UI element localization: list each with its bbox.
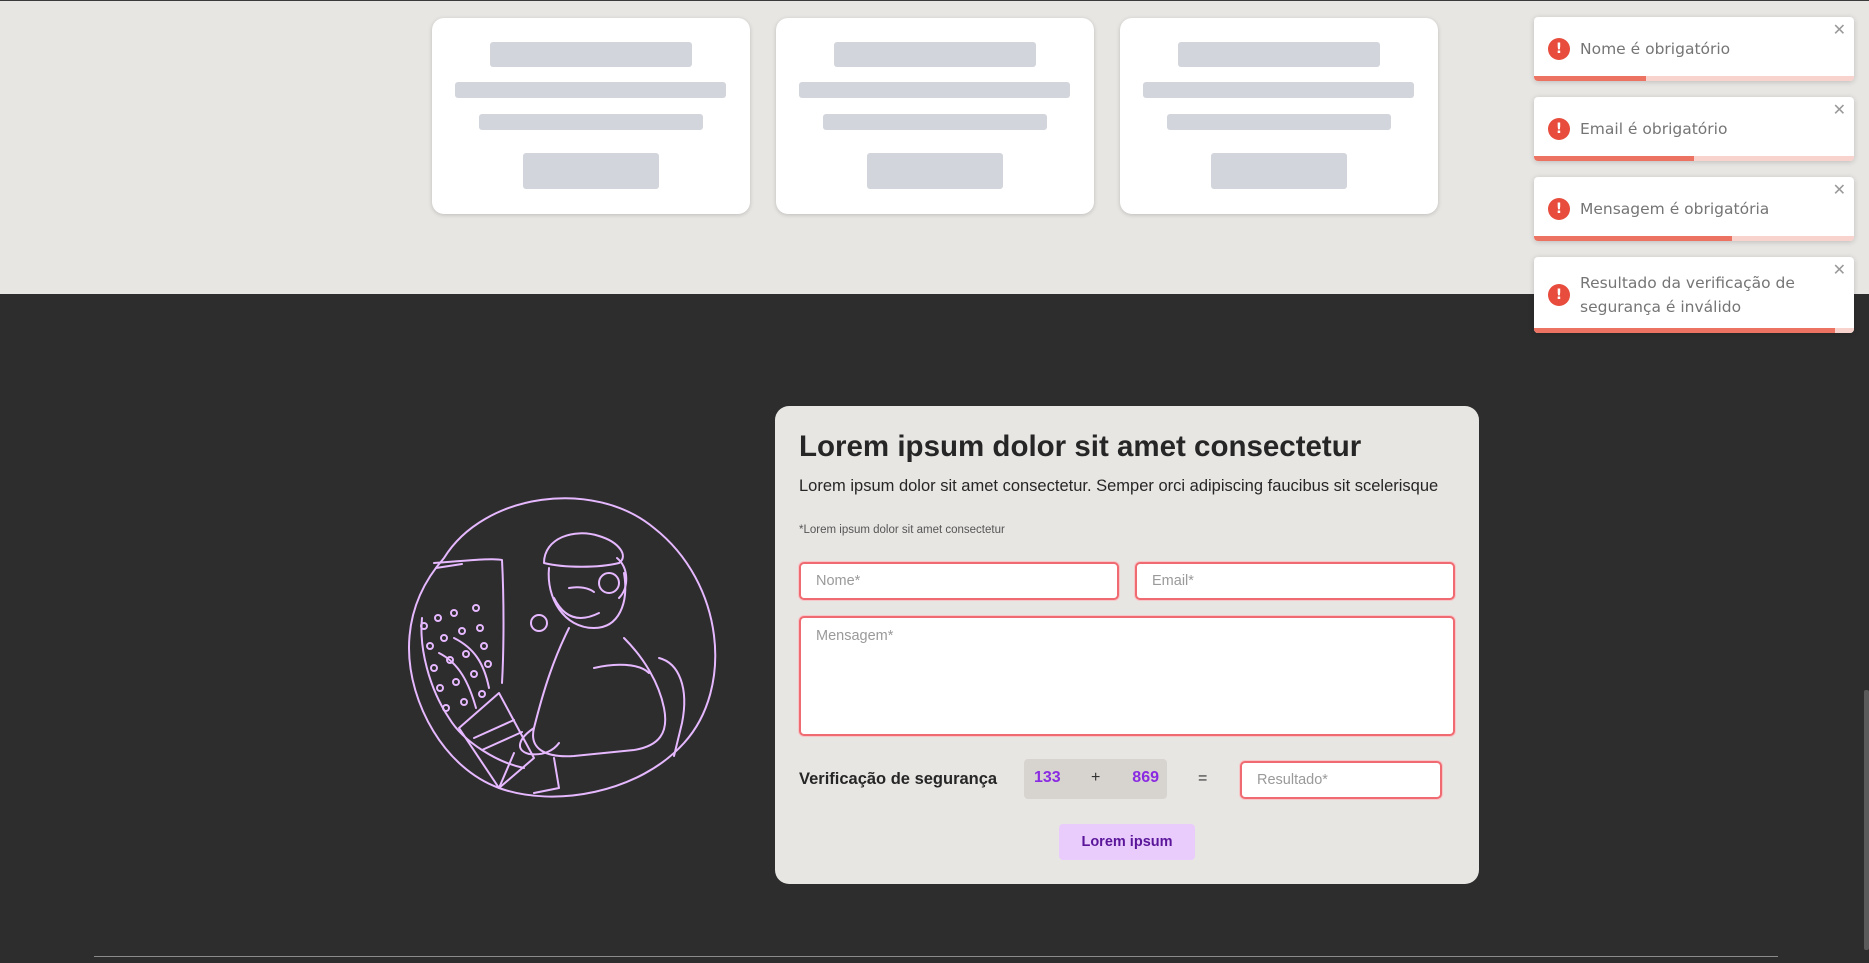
person-at-computer-illustration — [404, 488, 734, 802]
skeleton-line — [799, 82, 1070, 98]
close-icon[interactable]: ✕ — [1833, 99, 1846, 121]
skeleton-line — [479, 114, 703, 130]
captcha-operand-b: 869 — [1132, 769, 1159, 786]
error-toast-message: ! Mensagem é obrigatória ✕ — [1534, 177, 1854, 241]
error-exclamation-icon: ! — [1548, 284, 1570, 306]
contact-form-card: Lorem ipsum dolor sit amet consectetur L… — [775, 406, 1479, 884]
name-input[interactable] — [799, 562, 1119, 600]
toast-message: Mensagem é obrigatória — [1580, 200, 1770, 218]
error-toast-name: ! Nome é obrigatório ✕ — [1534, 17, 1854, 81]
toast-progress-track — [1534, 328, 1854, 333]
toast-message: Nome é obrigatório — [1580, 40, 1731, 58]
toast-progress-track — [1534, 236, 1854, 241]
captcha-operand-a: 133 — [1034, 769, 1061, 786]
submit-button[interactable]: Lorem ipsum — [1059, 824, 1195, 860]
captcha-expression: 133 + 869 — [1024, 759, 1167, 799]
skeleton-line — [823, 114, 1047, 130]
skeleton-line — [1167, 114, 1391, 130]
toast-message: Resultado da verificação de segurança é … — [1580, 274, 1795, 316]
skeleton-line — [1143, 82, 1414, 98]
form-title: Lorem ipsum dolor sit amet consectetur — [799, 430, 1362, 463]
error-toast-email: ! Email é obrigatório ✕ — [1534, 97, 1854, 161]
captcha-operator: + — [1091, 769, 1101, 786]
skeleton-button — [523, 153, 659, 189]
toast-progress — [1534, 156, 1694, 161]
footer-divider — [94, 956, 1778, 957]
skeleton-line — [455, 82, 726, 98]
toast-progress-track — [1534, 156, 1854, 161]
toast-progress — [1534, 328, 1835, 333]
captcha-result-input[interactable] — [1240, 761, 1442, 799]
page-scrollbar[interactable] — [1864, 690, 1869, 950]
skeleton-card — [432, 18, 750, 214]
skeleton-title — [490, 42, 692, 67]
skeleton-button — [867, 153, 1003, 189]
toast-message: Email é obrigatório — [1580, 120, 1728, 138]
error-exclamation-icon: ! — [1548, 38, 1570, 60]
toast-progress-track — [1534, 76, 1854, 81]
skeleton-card — [1120, 18, 1438, 214]
security-check-label: Verificação de segurança — [799, 770, 998, 788]
toast-progress — [1534, 76, 1646, 81]
form-subtitle: Lorem ipsum dolor sit amet consectetur. … — [799, 477, 1439, 495]
close-icon[interactable]: ✕ — [1833, 259, 1846, 281]
skeleton-title — [1178, 42, 1380, 67]
equals-sign: = — [1198, 770, 1208, 787]
close-icon[interactable]: ✕ — [1833, 179, 1846, 201]
error-exclamation-icon: ! — [1548, 118, 1570, 140]
message-textarea[interactable] — [799, 616, 1455, 736]
email-input[interactable] — [1135, 562, 1455, 600]
required-fields-note: *Lorem ipsum dolor sit amet consectetur — [799, 524, 1005, 536]
close-icon[interactable]: ✕ — [1833, 19, 1846, 41]
error-toast-security: ! Resultado da verificação de segurança … — [1534, 257, 1854, 333]
skeleton-button — [1211, 153, 1347, 189]
error-exclamation-icon: ! — [1548, 198, 1570, 220]
toast-progress — [1534, 236, 1733, 241]
skeleton-title — [834, 42, 1036, 67]
skeleton-card — [776, 18, 1094, 214]
